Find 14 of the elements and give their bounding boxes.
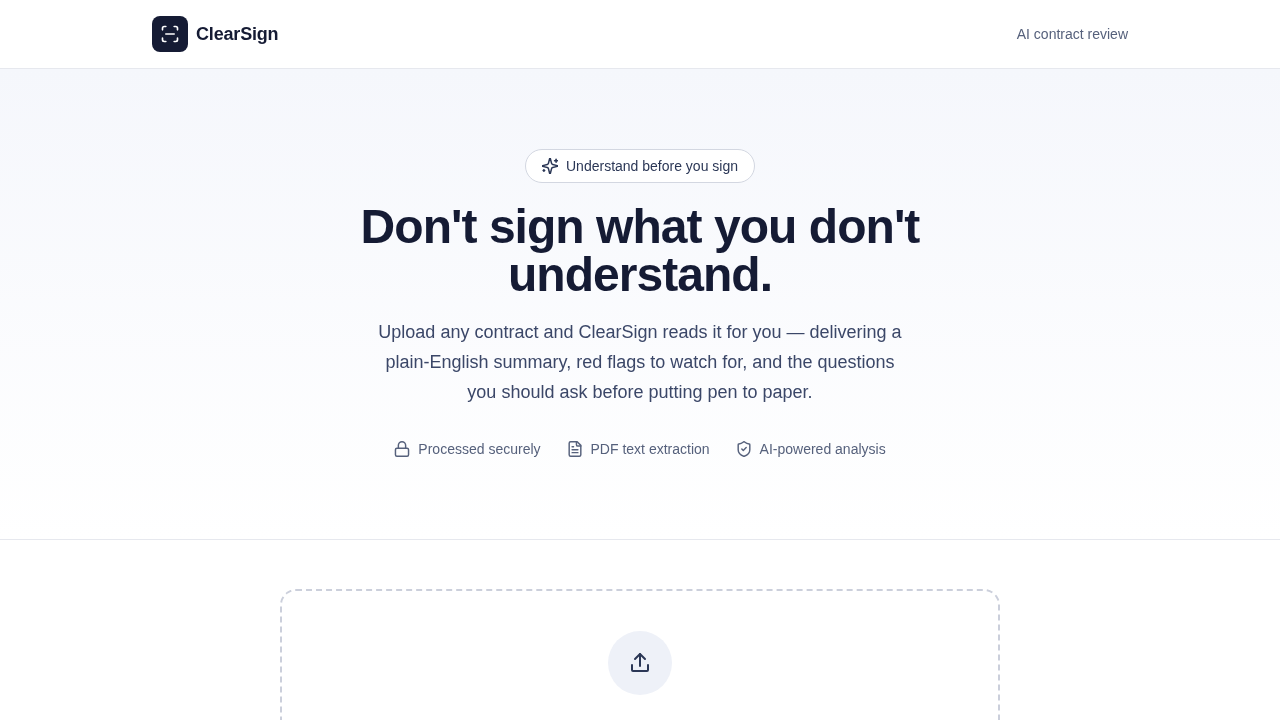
brand-name[interactable]: ClearSign: [196, 20, 279, 48]
feature-label: PDF text extraction: [590, 440, 710, 459]
shield-check-icon: [735, 441, 752, 457]
sparkles-icon: [542, 158, 558, 174]
feature-label: AI-powered analysis: [759, 440, 886, 459]
scan-icon: [152, 16, 188, 52]
tagline-text: Understand before you sign: [566, 156, 738, 176]
lock-icon: [394, 441, 411, 457]
upload-dropzone[interactable]: [280, 589, 1000, 720]
feature-label: Processed securely: [418, 440, 541, 459]
hero-title: Don't sign what you don't understand.: [359, 203, 921, 299]
document-icon: [566, 441, 583, 457]
header-tagline: AI contract review: [1016, 24, 1128, 44]
hero-description: Upload any contract and ClearSign reads it for you — delivering a plain-English summary, red flags to watch for, and the questions you should ask before putting pen to paper.: [377, 321, 903, 404]
